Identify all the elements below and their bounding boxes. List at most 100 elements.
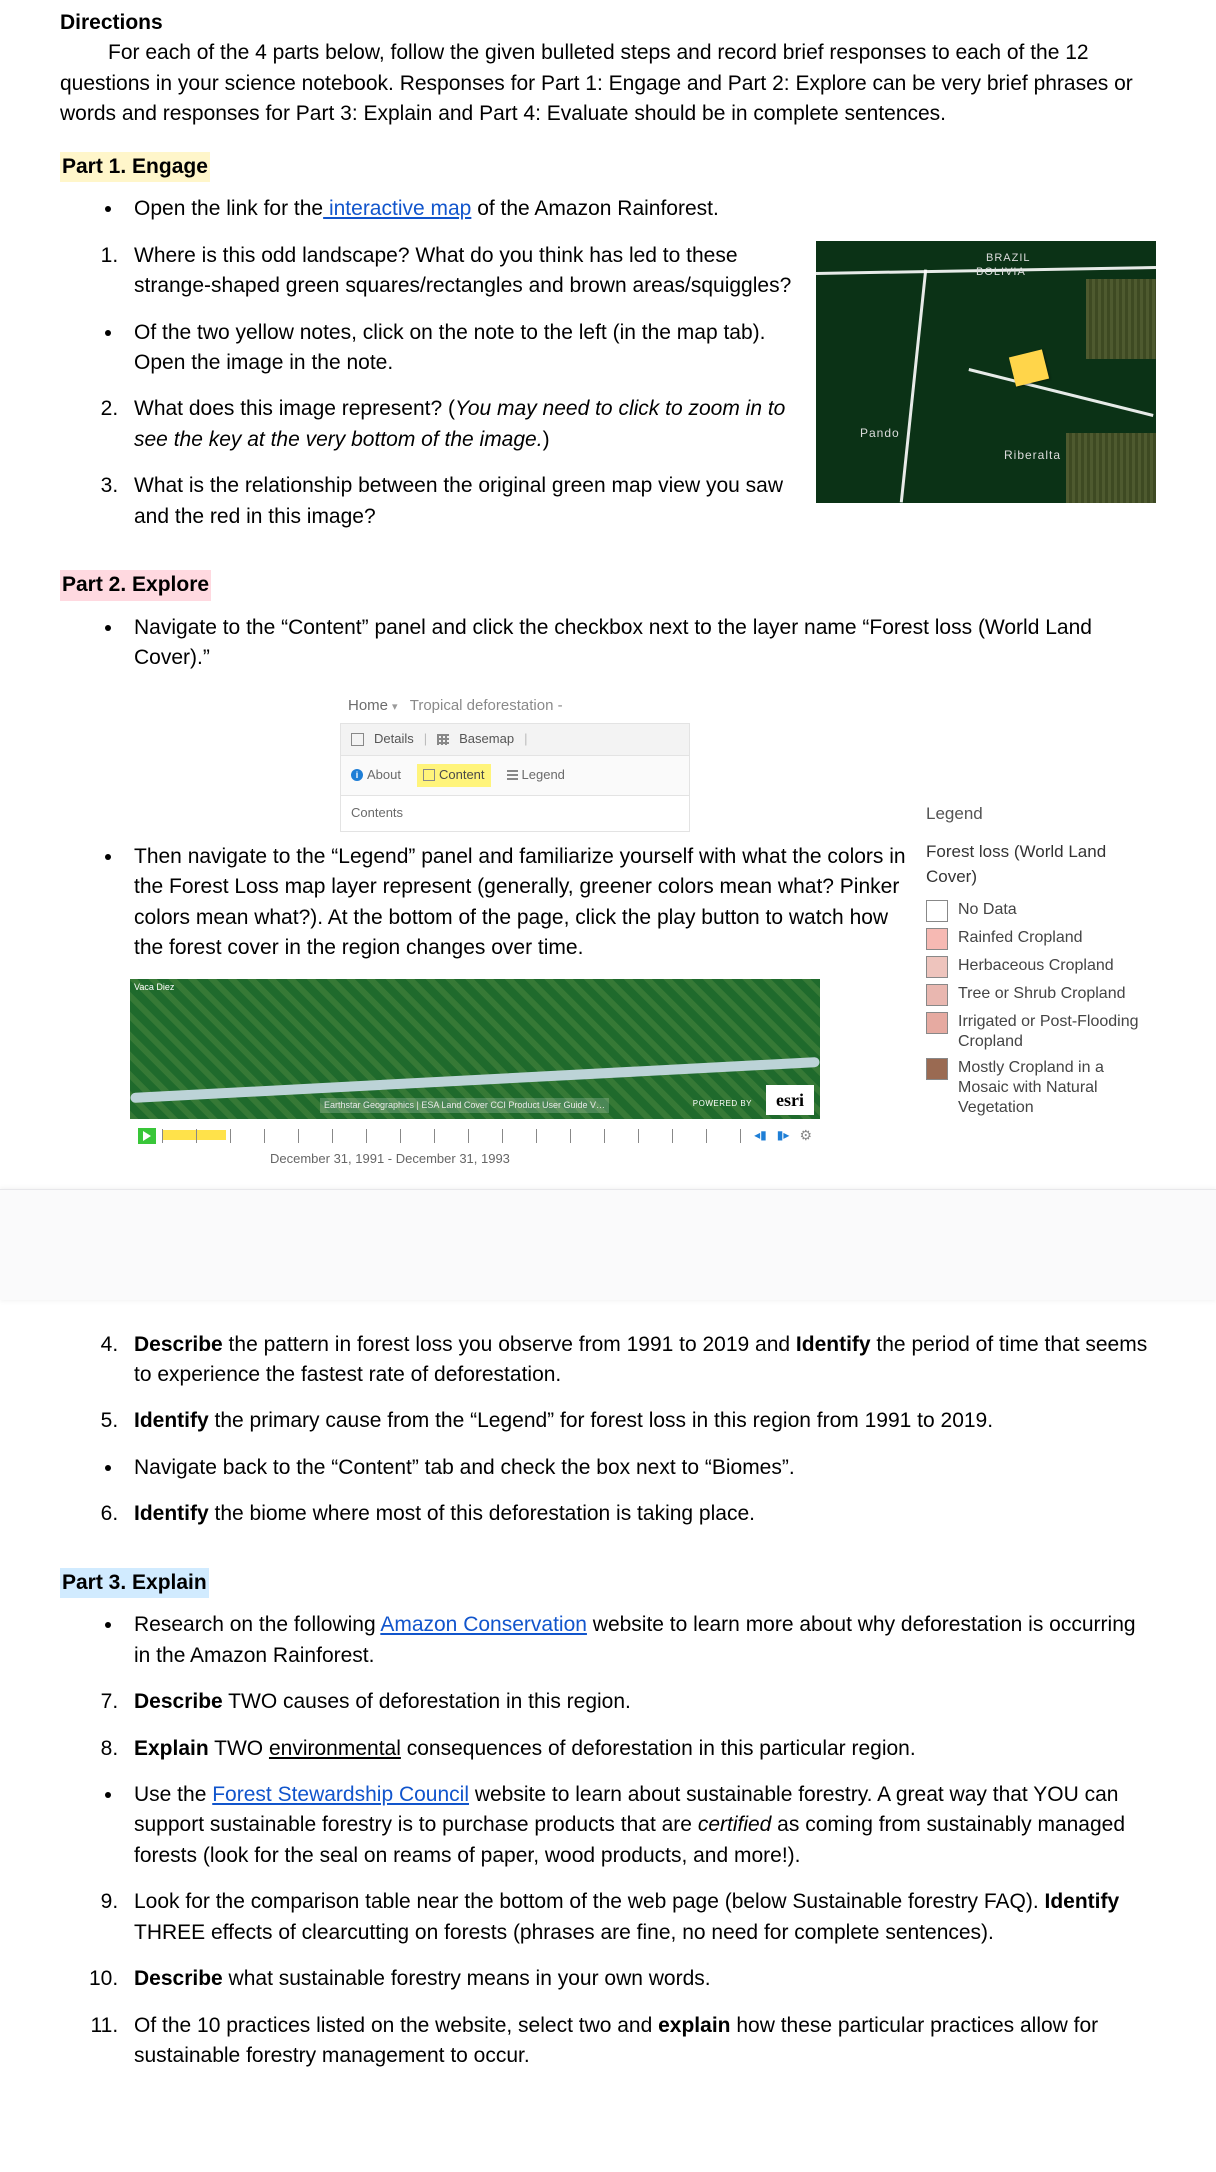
- text: Look for the comparison table near the b…: [134, 1890, 1045, 1913]
- text: the pattern in forest loss you observe f…: [223, 1333, 796, 1356]
- map-label-riberalta: Riberalta: [1004, 447, 1061, 464]
- legend-label: Herbaceous Cropland: [958, 956, 1114, 976]
- panel-breadcrumb: Home ▾ Tropical deforestation -: [340, 689, 690, 723]
- legend-swatch: [926, 1058, 948, 1080]
- slider-date-range: December 31, 1991 - December 31, 1993: [270, 1150, 820, 1169]
- fsc-link[interactable]: Forest Stewardship Council: [212, 1783, 469, 1806]
- panel-sub-contents: Contents: [340, 796, 690, 832]
- text-bold: Describe: [134, 1967, 223, 1990]
- toolbar-basemap: Basemap: [459, 730, 514, 749]
- legend-title: Legend: [926, 802, 1156, 827]
- text-bold: Describe: [134, 1333, 223, 1356]
- slider-settings-icon: ⚙: [799, 1125, 812, 1145]
- question-10: Describe what sustainable forestry means…: [124, 1964, 1156, 1994]
- part3-heading: Part 3. Explain: [60, 1568, 209, 1598]
- part1-heading: Part 1. Engage: [60, 152, 210, 182]
- panel-toolbar: Details | Basemap |: [340, 723, 690, 756]
- legend-item: Irrigated or Post-Flooding Cropland: [926, 1012, 1156, 1052]
- text: the biome where most of this deforestati…: [209, 1502, 755, 1525]
- text: Use the: [134, 1783, 212, 1806]
- directions-heading: Directions: [60, 8, 1156, 38]
- text: what sustainable forestry means in your …: [223, 1967, 711, 1990]
- text: What does this image represent? (: [134, 397, 455, 420]
- legend-swatch: [926, 1012, 948, 1034]
- panel-map-title: Tropical deforestation -: [410, 697, 563, 714]
- text: TWO: [209, 1737, 269, 1760]
- question-7: Describe TWO causes of deforestation in …: [124, 1687, 1156, 1717]
- text-bold: Identify: [1045, 1890, 1120, 1913]
- info-icon: i: [351, 769, 363, 781]
- legend-swatch: [926, 956, 948, 978]
- arcgis-panel-screenshot: Home ▾ Tropical deforestation - Details |…: [340, 689, 690, 831]
- esri-logo: esri: [766, 1085, 814, 1115]
- panel-tabs: i About Content Legend: [340, 756, 690, 796]
- legend-subtitle: Forest loss (World Land Cover): [926, 840, 1156, 889]
- legend-item: No Data: [926, 900, 1156, 922]
- text: THREE effects of clearcutting on forests…: [134, 1921, 994, 1944]
- toolbar-details: Details: [374, 730, 414, 749]
- powered-by-label: POWERED BY: [693, 1098, 752, 1110]
- legend-item: Herbaceous Cropland: [926, 956, 1156, 978]
- text: Open the link for the: [134, 197, 323, 220]
- amazon-map-thumbnail: BRAZIL BOLIVIA Pando Riberalta: [816, 241, 1156, 503]
- text: consequences of deforestation in this pa…: [401, 1737, 916, 1760]
- legend-icon: [507, 770, 518, 780]
- tab-about-label: About: [367, 766, 401, 785]
- text-bold: Describe: [134, 1690, 223, 1713]
- text-bold: Identify: [134, 1502, 209, 1525]
- tab-about: i About: [351, 766, 401, 785]
- part2-heading: Part 2. Explore: [60, 570, 211, 600]
- step-forward-icon: ▮▸: [777, 1127, 790, 1144]
- legend-label: No Data: [958, 900, 1017, 920]
- legend-block: Legend Forest loss (World Land Cover) No…: [926, 802, 1156, 1124]
- text: TWO causes of deforestation in this regi…: [223, 1690, 631, 1713]
- tab-legend-label: Legend: [522, 766, 565, 785]
- question-6: Identify the biome where most of this de…: [124, 1499, 1156, 1529]
- interactive-map-link[interactable]: interactive map: [323, 197, 471, 220]
- part3-bullet-research: Research on the following Amazon Conserv…: [124, 1610, 1156, 1671]
- legend-label: Tree or Shrub Cropland: [958, 984, 1126, 1004]
- question-11: Of the 10 practices listed on the websit…: [124, 2011, 1156, 2072]
- text: Research on the following: [134, 1613, 380, 1636]
- legend-label: Mostly Cropland in a Mosaic with Natural…: [958, 1058, 1156, 1118]
- part2-bullet-biomes: Navigate back to the “Content” tab and c…: [124, 1453, 1156, 1483]
- panel-home: Home: [348, 697, 388, 714]
- legend-label: Irrigated or Post-Flooding Cropland: [958, 1012, 1156, 1052]
- legend-swatch: [926, 984, 948, 1006]
- part1-bullet-open-link: Open the link for the interactive map of…: [124, 194, 1156, 224]
- legend-swatch: [926, 900, 948, 922]
- text: ): [543, 428, 550, 451]
- question-4: Describe the pattern in forest loss you …: [124, 1330, 1156, 1391]
- legend-label: Rainfed Cropland: [958, 928, 1083, 948]
- page-break: [0, 1189, 1216, 1300]
- slider-map-image: Vaca Diez Earthstar Geographics | ESA La…: [130, 979, 820, 1119]
- part3-bullet-fsc: Use the Forest Stewardship Council websi…: [124, 1780, 1156, 1871]
- directions-body: For each of the 4 parts below, follow th…: [60, 38, 1156, 129]
- play-button-icon: [138, 1128, 156, 1144]
- step-back-icon: ◂▮: [754, 1127, 767, 1144]
- amazon-conservation-link[interactable]: Amazon Conservation: [380, 1613, 587, 1636]
- text-bold: explain: [658, 2014, 730, 2037]
- tab-content-label: Content: [439, 766, 485, 785]
- text-bold: Identify: [134, 1409, 209, 1432]
- legend-swatch: [926, 928, 948, 950]
- separator: |: [524, 730, 527, 749]
- map-label-pando: Pando: [860, 425, 900, 442]
- text-bold: Explain: [134, 1737, 209, 1760]
- legend-item: Mostly Cropland in a Mosaic with Natural…: [926, 1058, 1156, 1118]
- text-underline: environmental: [269, 1737, 401, 1760]
- separator: |: [424, 730, 427, 749]
- basemap-icon: [437, 734, 449, 745]
- content-icon: [423, 769, 435, 781]
- details-icon: [351, 733, 364, 746]
- chevron-down-icon: ▾: [392, 701, 398, 713]
- time-slider-screenshot: Vaca Diez Earthstar Geographics | ESA La…: [130, 979, 820, 1168]
- question-9: Look for the comparison table near the b…: [124, 1887, 1156, 1948]
- time-slider-bar: ◂▮ ▮▸ ⚙: [130, 1119, 820, 1147]
- tab-content-highlighted: Content: [417, 764, 491, 787]
- legend-item: Rainfed Cropland: [926, 928, 1156, 950]
- text: the primary cause from the “Legend” for …: [209, 1409, 993, 1432]
- tab-legend: Legend: [507, 766, 565, 785]
- question-5: Identify the primary cause from the “Leg…: [124, 1406, 1156, 1436]
- slider-track: [162, 1127, 748, 1145]
